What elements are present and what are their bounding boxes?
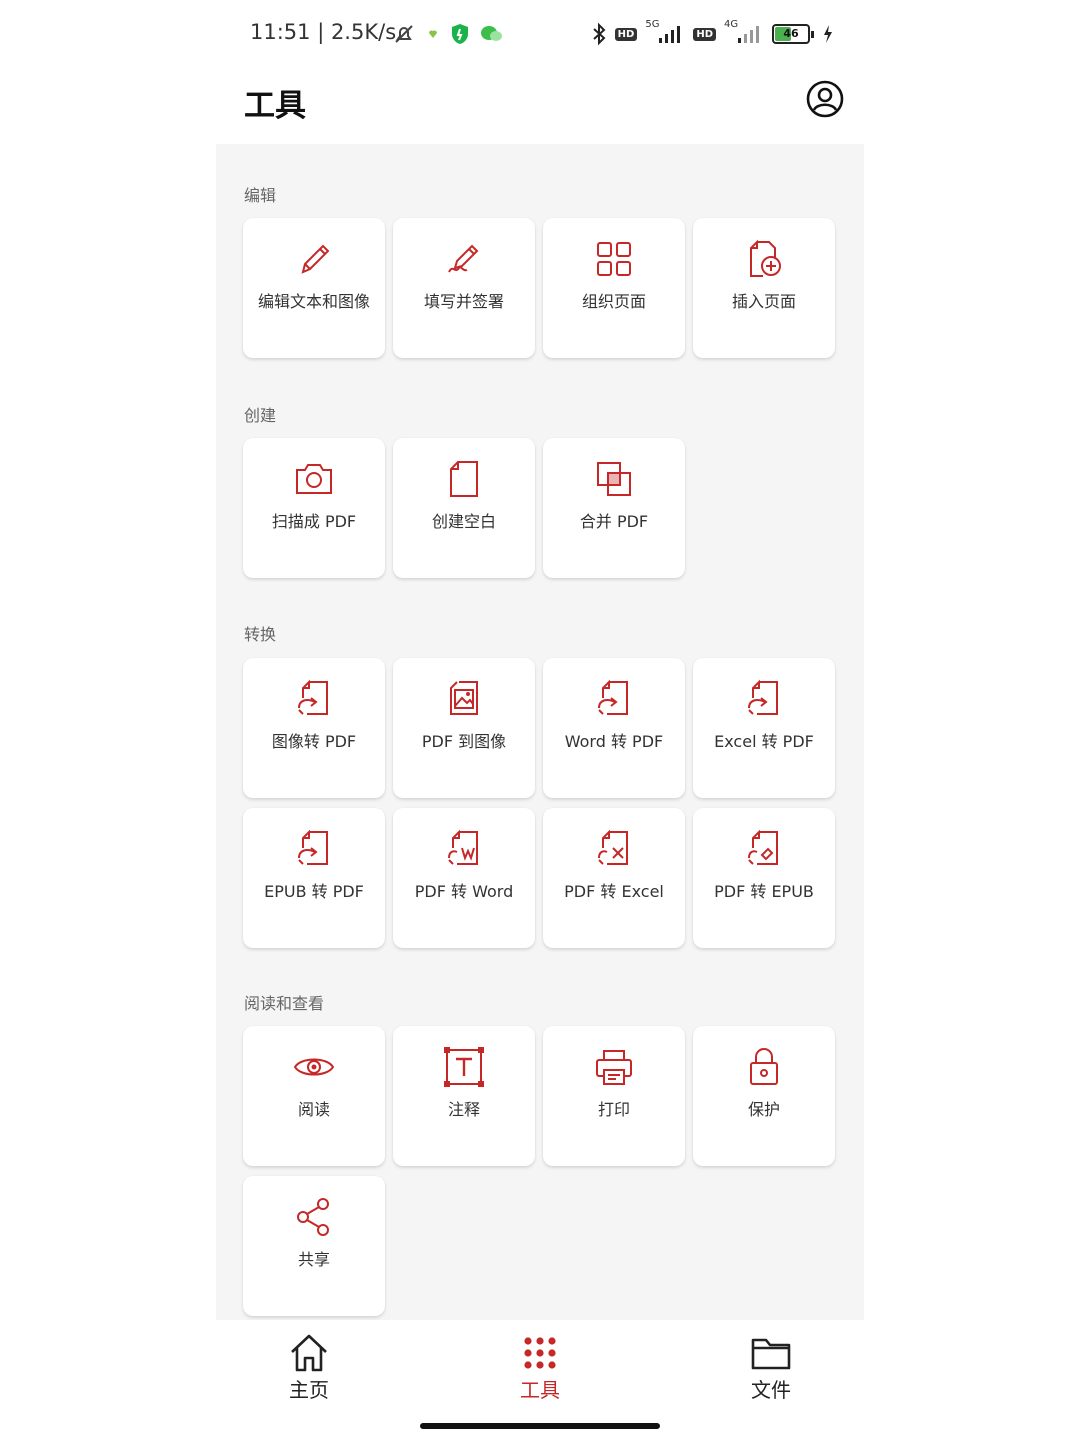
nav-label: 文件 [751,1378,791,1402]
folder-icon [751,1338,791,1370]
tools-content[interactable]: 编辑 编辑文本和图像 填写并签署 组织页面 插入页面 创建 扫描成 PDF 创建… [216,144,864,1320]
tool-image-to-pdf[interactable]: 图像转 PDF [243,658,385,798]
pencil-icon [301,244,330,274]
tool-scan-to-pdf[interactable]: 扫描成 PDF [243,438,385,578]
dots-grid-icon [524,1337,556,1369]
excel-file-icon [598,829,628,865]
phone-screen: 11:51 | 2.5K/s HD 5G HD 4G 46 工具 编辑 编辑文本… [216,0,864,1439]
gesture-home-bar[interactable] [420,1423,660,1429]
tool-protect[interactable]: 保护 [693,1026,835,1166]
battery-level: 46 [783,27,799,40]
blank-page-icon [450,461,478,497]
tool-pdf-to-image[interactable]: PDF 到图像 [393,658,535,798]
tool-read[interactable]: 阅读 [243,1026,385,1166]
tool-label: 组织页面 [581,292,646,311]
tool-label: 注释 [447,1100,480,1119]
signal-bars-icon [738,26,759,43]
nav-files[interactable]: 文件 [711,1332,831,1403]
signal-4g: 4G [724,19,764,45]
tool-label: 阅读 [297,1100,330,1119]
nav-home[interactable]: 主页 [249,1332,369,1403]
merge-icon [597,462,631,496]
image-file-icon [450,681,478,715]
mute-icon [395,25,413,43]
app-header: 工具 [216,70,864,144]
tool-label: PDF 到图像 [421,732,507,751]
convert-file-icon [298,829,328,865]
hd-badge-2: HD [693,27,716,41]
tool-label: 创建空白 [431,512,496,531]
convert-file-icon [598,679,628,715]
tool-epub-to-pdf[interactable]: EPUB 转 PDF [243,808,385,948]
tool-insert-page[interactable]: 插入页面 [693,218,835,358]
tool-merge-pdf[interactable]: 合并 PDF [543,438,685,578]
grid-icon [597,242,631,276]
tool-label: Word 转 PDF [564,732,664,751]
tool-label: 扫描成 PDF [271,512,357,531]
convert-file-icon [748,679,778,715]
section-title-convert: 转换 [244,625,277,644]
battery-icon: 46 [772,24,814,44]
tool-create-blank[interactable]: 创建空白 [393,438,535,578]
bluetooth-icon [592,22,606,46]
share-icon [297,1198,329,1236]
tool-pdf-to-word[interactable]: PDF 转 Word [393,808,535,948]
dot-icon [429,30,437,38]
section-title-read: 阅读和查看 [244,994,325,1013]
nav-label: 主页 [289,1378,329,1402]
home-icon [291,1334,327,1372]
insert-page-icon [750,239,781,277]
section-title-edit: 编辑 [244,186,277,205]
tool-label: 编辑文本和图像 [257,292,370,311]
tool-label: 图像转 PDF [271,732,357,751]
tool-annotate[interactable]: 注释 [393,1026,535,1166]
charging-icon [824,25,832,43]
text-box-icon [444,1047,484,1087]
tool-share[interactable]: 共享 [243,1176,385,1316]
tool-edit-text-image[interactable]: 编辑文本和图像 [243,218,385,358]
tool-word-to-pdf[interactable]: Word 转 PDF [543,658,685,798]
tool-label: EPUB 转 PDF [264,882,364,901]
bottom-navigation: 主页 工具 文件 [216,1320,864,1439]
status-bar: 11:51 | 2.5K/s HD 5G HD 4G 46 [216,0,864,70]
hd-badge-1: HD [614,27,638,41]
tool-excel-to-pdf[interactable]: Excel 转 PDF [693,658,835,798]
tool-pdf-to-excel[interactable]: PDF 转 Excel [543,808,685,948]
signal-5g: 5G [645,19,685,45]
tool-pdf-to-epub[interactable]: PDF 转 EPUB [693,808,835,948]
tool-print[interactable]: 打印 [543,1026,685,1166]
status-time: 11:51 | 2.5K/s [250,20,397,44]
nav-tools[interactable]: 工具 [480,1332,600,1403]
shield-icon [452,24,468,44]
convert-file-icon [298,679,328,715]
sign-pen-icon [448,244,479,273]
tool-fill-sign[interactable]: 填写并签署 [393,218,535,358]
tool-label: Excel 转 PDF [714,732,814,751]
wechat-icon [481,26,502,41]
lock-icon [750,1048,778,1085]
epub-file-icon [748,829,778,865]
nav-label: 工具 [520,1378,560,1402]
tool-label: PDF 转 Word [414,882,514,901]
tool-label: 插入页面 [731,292,796,311]
tool-label: 共享 [297,1250,330,1269]
printer-icon [596,1050,632,1085]
account-icon[interactable] [805,79,845,119]
tool-label: 打印 [597,1100,630,1119]
tool-label: PDF 转 EPUB [714,882,814,901]
page-title: 工具 [244,88,306,124]
tool-organize-pages[interactable]: 组织页面 [543,218,685,358]
signal-bars-icon [659,26,681,43]
tool-label: PDF 转 Excel [564,882,664,901]
eye-icon [293,1058,335,1076]
tool-label: 保护 [747,1100,780,1119]
section-title-create: 创建 [244,406,277,425]
camera-icon [296,464,332,494]
tool-label: 填写并签署 [423,292,504,311]
word-file-icon [448,829,478,865]
tool-label: 合并 PDF [579,512,649,531]
